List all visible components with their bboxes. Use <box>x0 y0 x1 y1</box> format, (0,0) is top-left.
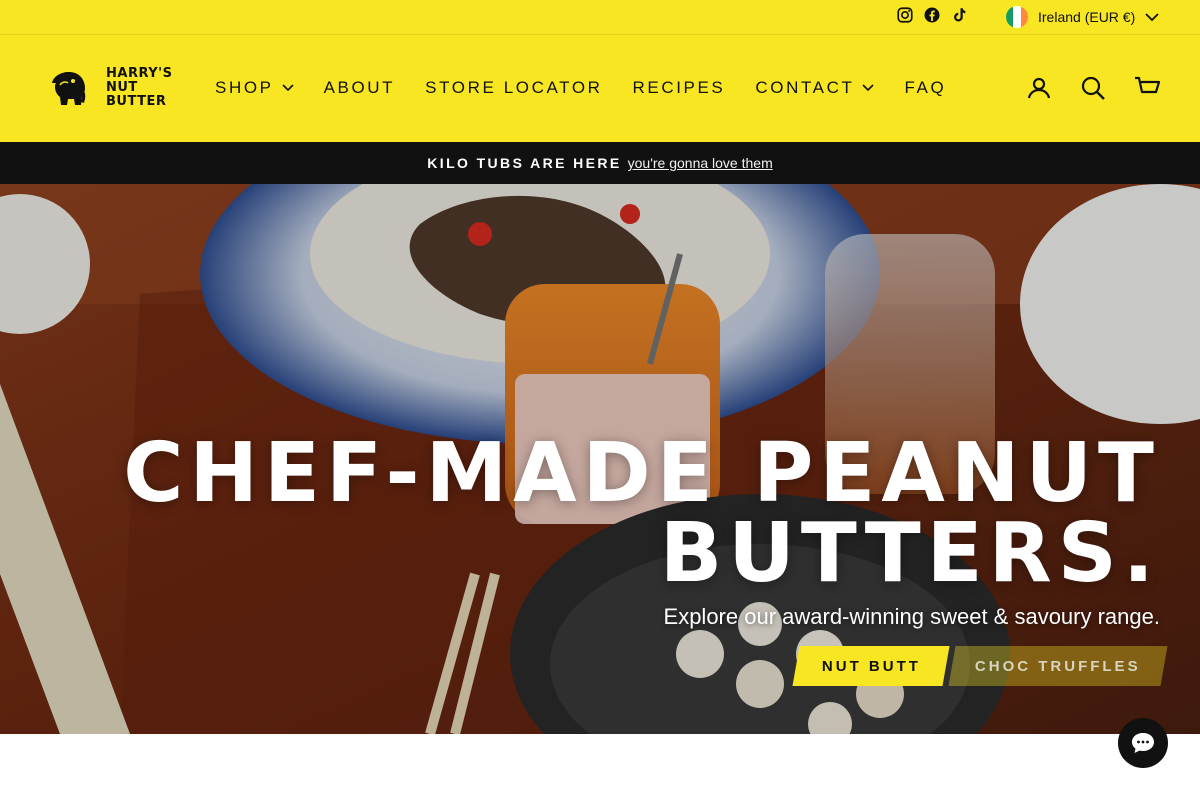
hero-banner: CHEF-MADE PEANUT BUTTERS. Explore our aw… <box>0 184 1200 734</box>
cart-icon[interactable] <box>1134 75 1161 101</box>
site-header: HARRY'S NUT BUTTER SHOP ABOUT STORE LOCA… <box>0 35 1200 142</box>
logo[interactable]: HARRY'S NUT BUTTER <box>48 65 172 111</box>
hero-title-line-1: CHEF-MADE PEANUT <box>123 426 1160 521</box>
announcement-link[interactable]: you're gonna love them <box>628 155 773 171</box>
nav-label: CONTACT <box>755 78 855 97</box>
nav-item-contact[interactable]: CONTACT <box>755 78 875 98</box>
nav-label: FAQ <box>904 78 947 97</box>
main-nav: SHOP ABOUT STORE LOCATOR RECIPES CONTACT… <box>215 78 976 98</box>
hero-buttons: NUT BUTT CHOC TRUFFLES <box>792 646 1168 686</box>
nav-label: ABOUT <box>323 78 396 97</box>
hero-subtitle: Explore our award-winning sweet & savour… <box>663 604 1160 629</box>
ireland-flag-icon <box>1006 6 1028 28</box>
nav-item-recipes[interactable]: RECIPES <box>633 78 726 98</box>
announcement-strong: KILO TUBS ARE HERE <box>427 155 622 171</box>
nav-item-store-locator[interactable]: STORE LOCATOR <box>425 78 602 98</box>
choc-truffles-button[interactable]: CHOC TRUFFLES <box>948 646 1168 686</box>
button-label: CHOC TRUFFLES <box>975 657 1141 675</box>
utility-bar: Ireland (EUR €) <box>0 0 1200 35</box>
nut-butt-button[interactable]: NUT BUTT <box>792 646 950 686</box>
instagram-icon[interactable] <box>896 6 914 24</box>
nav-item-faq[interactable]: FAQ <box>904 78 946 98</box>
tiktok-icon[interactable] <box>950 6 968 24</box>
account-icon[interactable] <box>1026 75 1052 101</box>
header-actions <box>1026 75 1161 101</box>
chevron-down-icon <box>1145 12 1159 21</box>
chevron-down-icon <box>862 84 875 92</box>
nav-label: SHOP <box>215 78 274 97</box>
facebook-icon[interactable] <box>923 6 941 24</box>
chat-button[interactable] <box>1118 718 1168 768</box>
chat-icon <box>1132 733 1154 753</box>
logo-line-2: NUT <box>106 80 138 95</box>
region-selector[interactable]: Ireland (EUR €) <box>1006 6 1159 28</box>
logo-line-1: HARRY'S <box>106 66 173 81</box>
hero-text: CHEF-MADE PEANUT BUTTERS. Explore our aw… <box>123 426 1160 630</box>
nav-label: RECIPES <box>632 78 726 97</box>
chevron-down-icon <box>282 84 294 92</box>
social-links <box>896 6 968 24</box>
nav-item-shop[interactable]: SHOP <box>215 78 294 98</box>
announcement-bar[interactable]: KILO TUBS ARE HERE you're gonna love the… <box>0 142 1200 184</box>
nav-item-about[interactable]: ABOUT <box>324 78 396 98</box>
region-label: Ireland (EUR €) <box>1038 9 1136 25</box>
search-icon[interactable] <box>1080 75 1106 101</box>
nav-label: STORE LOCATOR <box>425 78 603 97</box>
logo-line-3: BUTTER <box>106 94 167 109</box>
hero-title-line-2: BUTTERS. <box>659 506 1160 601</box>
button-label: NUT BUTT <box>821 657 921 675</box>
